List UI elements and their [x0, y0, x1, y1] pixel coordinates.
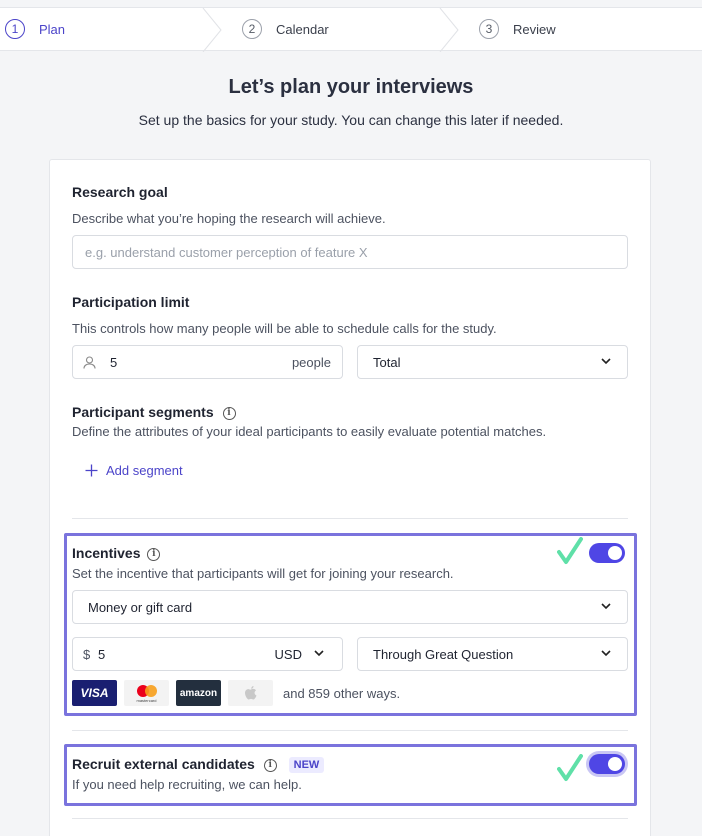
step-number: 3	[479, 19, 499, 39]
incentive-amount-value: 5	[98, 646, 106, 662]
incentives-description: Set the incentive that participants will…	[72, 566, 454, 581]
research-goal-placeholder: e.g. understand customer perception of f…	[85, 244, 368, 260]
payment-other-ways: and 859 other ways.	[283, 686, 401, 701]
step-label: Calendar	[276, 21, 329, 37]
recruit-highlight	[64, 744, 637, 806]
participation-scope-value: Total	[373, 354, 401, 370]
step-plan[interactable]: 1 Plan	[5, 8, 65, 50]
step-label: Plan	[39, 21, 66, 37]
person-icon	[83, 356, 96, 369]
step-review[interactable]: 3 Review	[479, 8, 556, 50]
step-number: 1	[5, 19, 25, 39]
participation-limit-unit: people	[291, 354, 331, 370]
info-icon[interactable]: i	[222, 406, 236, 420]
incentives-label: Incentives i	[72, 545, 161, 561]
incentives-toggle[interactable]	[589, 543, 625, 563]
participation-limit-description: This controls how many people will be ab…	[72, 321, 497, 336]
incentive-amount-input[interactable]: $ 5 USD	[72, 637, 343, 671]
step-label: Review	[513, 21, 556, 37]
page-subtitle: Set up the basics for your study. You ca…	[138, 112, 564, 128]
chevron-down-icon	[601, 603, 611, 610]
participant-segments-label-text: Participant segments	[72, 404, 214, 420]
checkmark-icon	[557, 754, 583, 781]
apple-logo	[228, 680, 273, 706]
incentive-type-value: Money or gift card	[88, 599, 193, 615]
toggle-knob	[608, 757, 622, 771]
step-number: 2	[242, 19, 262, 39]
info-icon[interactable]: i	[263, 758, 277, 772]
mastercard-icon	[136, 684, 157, 697]
page-title: Let’s plan your interviews	[228, 76, 474, 98]
incentive-method-select[interactable]: Through Great Question	[357, 637, 628, 671]
stepper: 1 Plan 2 Calendar 3 Review	[0, 7, 702, 52]
divider	[72, 818, 628, 819]
mastercard-logo: mastercard	[124, 680, 169, 706]
step-calendar[interactable]: 2 Calendar	[242, 8, 329, 50]
currency-select[interactable]: USD	[275, 647, 302, 662]
incentive-method-value: Through Great Question	[373, 646, 514, 662]
info-icon[interactable]: i	[147, 547, 161, 561]
divider	[72, 518, 628, 519]
amazon-logo: amazon	[176, 680, 221, 706]
participant-segments-description: Define the attributes of your ideal part…	[72, 424, 547, 439]
research-goal-label: Research goal	[72, 184, 168, 200]
toggle-knob	[608, 546, 622, 560]
participation-limit-input[interactable]: 5 people	[72, 345, 343, 379]
participant-segments-label: Participant segments i	[72, 404, 236, 420]
chevron-down-icon	[601, 358, 611, 365]
divider	[72, 730, 628, 731]
step-separator-icon	[202, 8, 222, 52]
add-segment-button[interactable]: Add segment	[85, 463, 183, 478]
recruit-toggle[interactable]	[589, 754, 625, 774]
participation-limit-label: Participation limit	[72, 294, 190, 310]
currency-symbol: $	[83, 646, 91, 662]
recruit-description: If you need help recruiting, we can help…	[72, 777, 302, 792]
apple-icon	[244, 686, 256, 700]
research-goal-description: Describe what you’re hoping the research…	[72, 211, 386, 226]
incentive-type-select[interactable]: Money or gift card	[72, 590, 628, 624]
chevron-down-icon	[314, 650, 324, 657]
participation-scope-select[interactable]: Total	[357, 345, 628, 379]
participation-limit-value: 5	[110, 354, 118, 370]
new-badge: NEW	[288, 757, 325, 774]
visa-logo: VISA	[72, 680, 117, 706]
research-goal-input[interactable]: e.g. understand customer perception of f…	[72, 235, 628, 269]
currency-value: USD	[274, 646, 302, 662]
chevron-down-icon	[601, 650, 611, 657]
checkmark-icon	[557, 537, 583, 564]
recruit-label-text: Recruit external candidates	[72, 756, 255, 772]
step-separator-icon	[439, 8, 459, 52]
incentives-label-text: Incentives	[72, 545, 141, 561]
plus-icon	[85, 464, 98, 477]
add-segment-label: Add segment	[106, 463, 183, 478]
recruit-label: Recruit external candidates i NEW	[72, 756, 325, 774]
